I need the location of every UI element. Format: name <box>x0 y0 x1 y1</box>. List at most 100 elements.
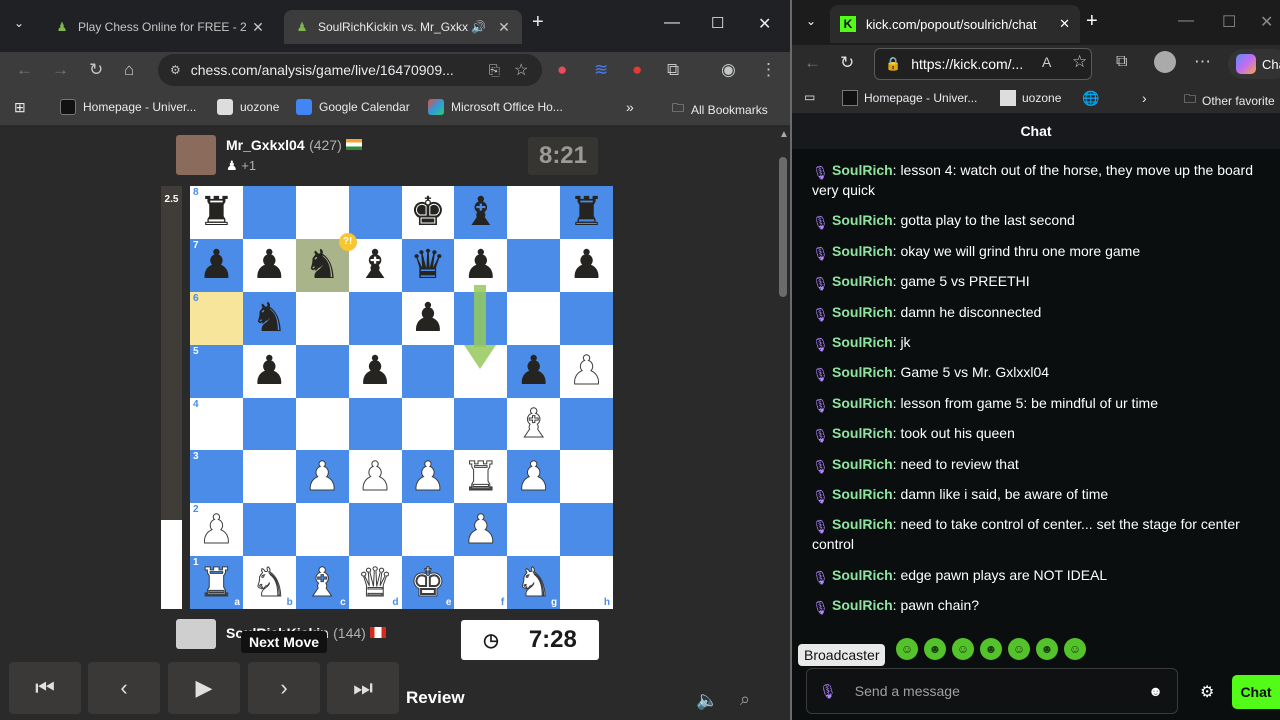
next-move-button[interactable]: › <box>248 662 320 714</box>
black-king-icon[interactable]: ♚ <box>410 192 446 232</box>
broadcaster-badge-icon[interactable]: 🎙 <box>812 244 829 261</box>
close-tab-icon[interactable]: ✕ <box>250 19 266 36</box>
reload-icon[interactable]: ↻ <box>840 53 854 73</box>
square-b5[interactable]: ♟ <box>242 344 296 398</box>
black-pawn-icon[interactable]: ♟ <box>251 351 287 391</box>
square-h2[interactable] <box>560 503 613 557</box>
broadcaster-badge-icon[interactable]: 🎙 <box>812 365 829 382</box>
profile-icon[interactable] <box>1154 51 1176 73</box>
square-c8[interactable] <box>295 186 349 239</box>
emote-icon[interactable]: ☺ <box>896 638 918 660</box>
square-c7[interactable]: ♞?! <box>295 232 357 292</box>
square-a8[interactable]: 8 ♜ <box>190 186 243 239</box>
white-pawn-icon[interactable]: ♟ <box>198 509 235 550</box>
broadcaster-badge-icon[interactable]: 🎙 <box>812 568 829 585</box>
square-e5[interactable] <box>401 344 455 398</box>
back-icon[interactable]: ← <box>804 53 821 73</box>
maximize-icon[interactable]: ☐ <box>1222 12 1236 32</box>
square-e6[interactable]: ♟ <box>401 291 455 345</box>
black-knight-icon[interactable]: ♞ <box>251 298 287 338</box>
square-a7[interactable]: 7 ♟ <box>190 238 243 292</box>
play-button[interactable]: ▶ <box>168 662 240 714</box>
square-h4[interactable] <box>560 397 613 451</box>
emote-icon[interactable]: ☺ <box>1064 638 1086 660</box>
broadcaster-badge-icon[interactable]: 🎙 <box>812 213 829 230</box>
menu-kebab-icon[interactable]: ⋮ <box>760 60 777 80</box>
chat-username[interactable]: SoulRich <box>832 212 893 228</box>
square-a2[interactable]: 2 ♟ <box>190 503 243 557</box>
black-pawn-icon[interactable]: ♟ <box>199 245 235 285</box>
more-menu-icon[interactable]: ⋯ <box>1194 52 1211 72</box>
square-g5[interactable]: ♟ <box>507 344 561 398</box>
broadcaster-badge-icon[interactable]: 🎙 <box>812 305 829 322</box>
square-g4[interactable]: ♝ <box>507 397 561 451</box>
chat-username[interactable]: SoulRich <box>832 516 893 532</box>
square-h5[interactable]: ♟ <box>560 344 613 398</box>
black-pawn-icon[interactable]: ♟ <box>251 245 287 285</box>
square-a4[interactable]: 4 <box>190 397 243 451</box>
chat-username[interactable]: SoulRich <box>832 304 893 320</box>
previous-move-button[interactable]: ‹ <box>88 662 160 714</box>
emote-icon[interactable]: ☺ <box>1008 638 1030 660</box>
square-f3[interactable]: ♜ <box>454 450 508 504</box>
square-d2[interactable] <box>348 503 402 557</box>
all-bookmarks[interactable]: 🗀 All Bookmarks <box>672 99 768 120</box>
black-queen-icon[interactable]: ♛ <box>410 245 446 285</box>
square-c2[interactable] <box>295 503 349 557</box>
emote-icon[interactable]: ☻ <box>980 638 1002 660</box>
black-bishop-icon[interactable]: ♝ <box>357 245 393 285</box>
chat-username[interactable]: SoulRich <box>832 273 893 289</box>
square-b1[interactable]: b ♞ <box>242 556 296 609</box>
white-knight-icon[interactable]: ♞ <box>515 562 552 603</box>
send-chat-button[interactable]: Chat <box>1232 675 1280 709</box>
white-queen-icon[interactable]: ♛ <box>357 562 394 603</box>
review-label[interactable]: Review <box>406 688 465 708</box>
tab-play-chess[interactable]: ♟ Play Chess Online for FREE - 2 P ✕ <box>44 10 276 44</box>
square-h3[interactable] <box>560 450 613 504</box>
home-icon[interactable]: ⌂ <box>124 60 134 80</box>
emote-icon[interactable]: ☻ <box>1036 638 1058 660</box>
broadcaster-badge-icon[interactable]: 🎙 <box>812 487 829 504</box>
white-pawn-icon[interactable]: ♟ <box>357 456 394 497</box>
black-pawn-icon[interactable]: ♟ <box>357 351 393 391</box>
square-c6[interactable] <box>295 291 349 345</box>
square-e8[interactable]: ♚ <box>401 186 455 239</box>
avatar[interactable] <box>176 619 216 649</box>
chevron-right-icon[interactable]: › <box>1142 90 1147 106</box>
extensions-icon[interactable]: ⧉ <box>1116 53 1127 71</box>
close-window-icon[interactable]: ✕ <box>1260 12 1273 32</box>
chat-username[interactable]: SoulRich <box>832 597 893 613</box>
chat-username[interactable]: SoulRich <box>832 243 893 259</box>
speaker-icon[interactable]: 🔊 <box>471 20 486 34</box>
player-name[interactable]: Mr_Gxkxl04 <box>226 137 305 153</box>
square-b3[interactable] <box>242 450 296 504</box>
square-a3[interactable]: 3 <box>190 450 243 504</box>
square-g7[interactable] <box>507 238 561 292</box>
last-move-button[interactable]: ⏭ <box>327 662 399 714</box>
bookmark-uozone[interactable]: uozone <box>1000 90 1061 106</box>
emoji-icon[interactable]: ☻ <box>1148 683 1163 699</box>
chat-input[interactable]: 🎙 Send a message ☻ <box>806 668 1178 714</box>
white-pawn-icon[interactable]: ♟ <box>410 456 447 497</box>
chat-username[interactable]: SoulRich <box>832 486 893 502</box>
avatar[interactable] <box>176 135 216 175</box>
tab-search-icon[interactable]: ⌄ <box>14 16 24 30</box>
square-g1[interactable]: g ♞ <box>507 556 561 609</box>
bookmark-uozone[interactable]: uozone <box>217 99 279 115</box>
square-h8[interactable]: ♜ <box>560 186 613 239</box>
broadcaster-badge-icon[interactable]: 🎙 <box>812 426 829 443</box>
close-tab-icon[interactable]: ✕ <box>1059 16 1070 32</box>
settings-gear-icon[interactable]: ⚙ <box>1200 682 1214 702</box>
square-h7[interactable]: ♟ <box>560 238 613 292</box>
new-tab-icon[interactable]: + <box>532 11 544 34</box>
broadcaster-badge-icon[interactable]: 🎙 <box>812 163 829 180</box>
extension-wave-icon[interactable]: ≋ <box>594 60 608 80</box>
white-pawn-icon[interactable]: ♟ <box>462 509 499 550</box>
white-pawn-icon[interactable]: ♟ <box>568 351 605 392</box>
white-pawn-icon[interactable]: ♟ <box>515 456 552 497</box>
square-d3[interactable]: ♟ <box>348 450 402 504</box>
square-h6[interactable] <box>560 291 613 345</box>
square-g8[interactable] <box>507 186 561 239</box>
square-a5[interactable]: 5 <box>190 344 243 398</box>
black-rook-icon[interactable]: ♜ <box>199 192 235 232</box>
